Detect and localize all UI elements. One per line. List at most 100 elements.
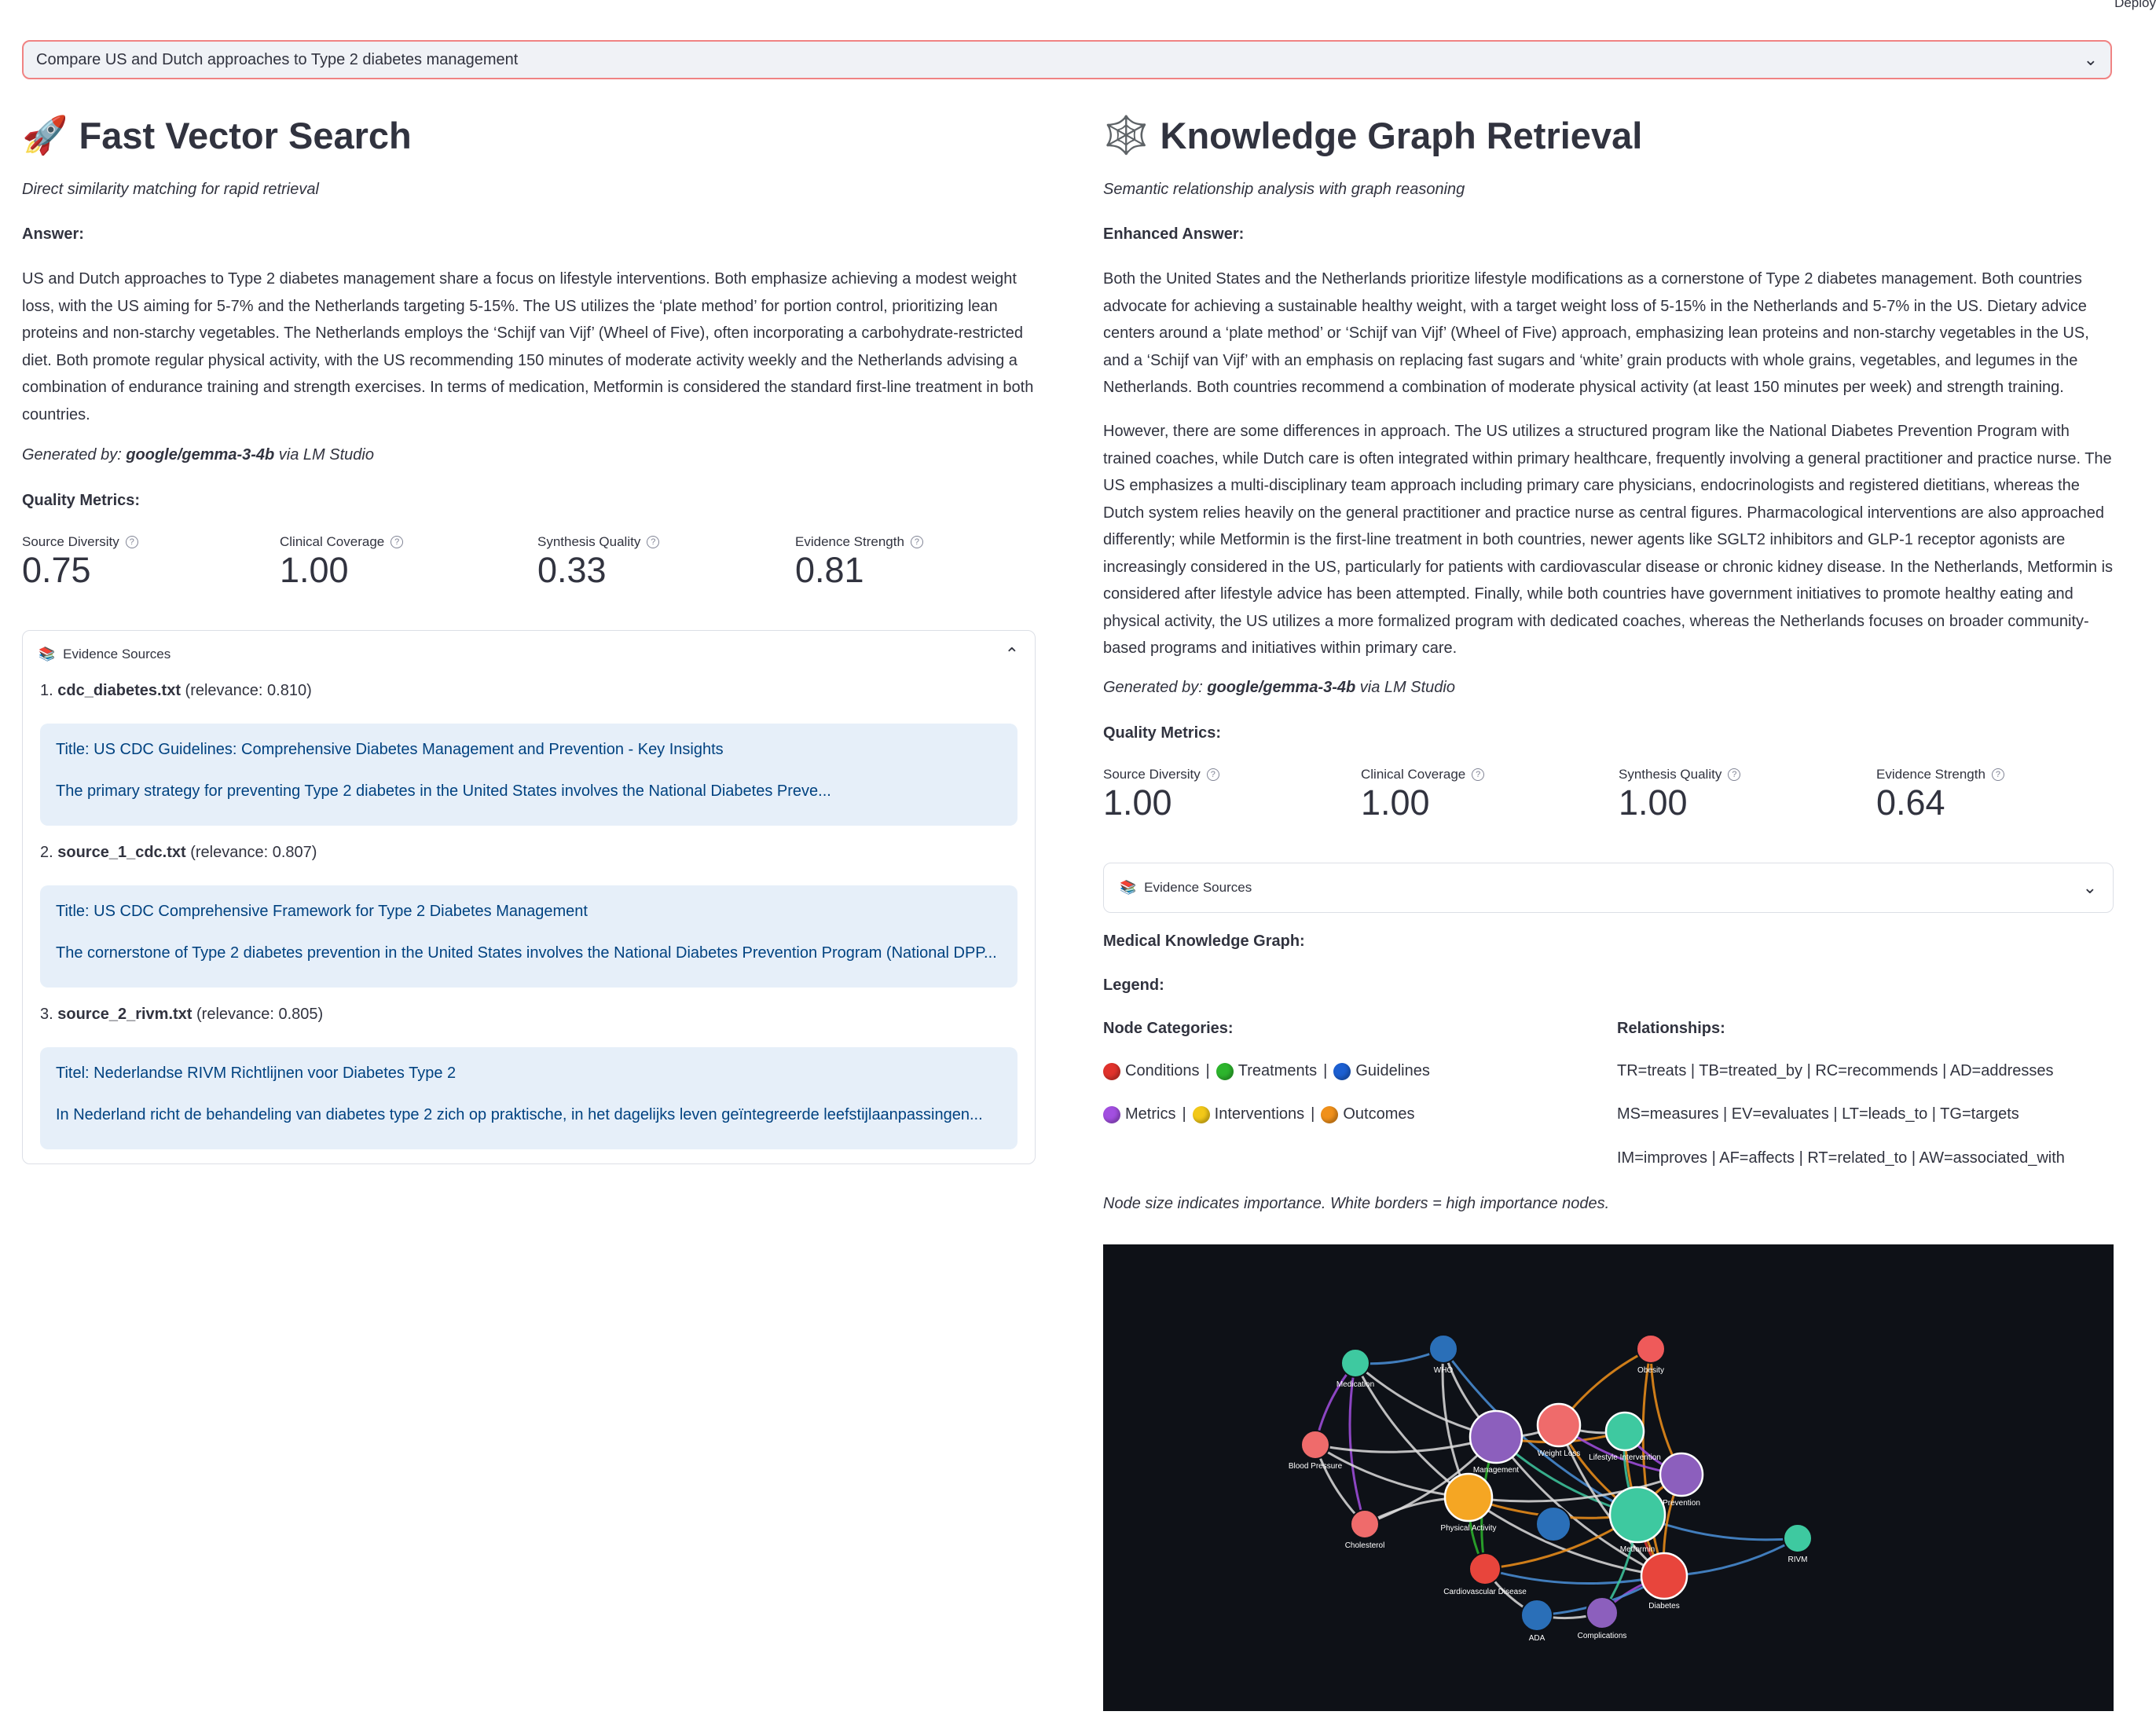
source-card-title: Title: US CDC Guidelines: Comprehensive … [56, 741, 724, 758]
graph-node-label: Lifestyle Intervention [1589, 1453, 1661, 1462]
source-relevance: (relevance: 0.805) [192, 1006, 324, 1023]
legend-item: Outcomes [1343, 1105, 1415, 1123]
metric-label: Evidence Strength [795, 534, 904, 549]
source-card: Title: US CDC Comprehensive Framework fo… [40, 885, 1018, 988]
kg-metric-source-diversity: Source Diversity? 1.00 [1103, 767, 1219, 823]
source-number: 3. [40, 1006, 58, 1023]
kg-quality-metrics-label: Quality Metrics: [1103, 724, 1222, 742]
metric-evidence-strength: Evidence Strength? 0.81 [795, 534, 923, 591]
graph-node-label: Weight Loss [1538, 1449, 1581, 1458]
generated-suffix: via LM Studio [274, 446, 374, 464]
graph-node-label: Blood Pressure [1289, 1462, 1343, 1471]
answer-label: Answer: [22, 225, 84, 243]
source-file: cdc_diabetes.txt [57, 682, 181, 699]
graph-node-label: WHO [1434, 1366, 1454, 1375]
chevron-up-icon: ⌃ [1004, 644, 1019, 664]
legend-item: Guidelines [1355, 1062, 1430, 1079]
generated-prefix: Generated by: [1103, 679, 1208, 696]
evidence-sources-header[interactable]: 📚 Evidence Sources ⌃ [23, 631, 1035, 678]
knowledge-graph-title: Knowledge Graph Retrieval [1160, 114, 1643, 156]
vector-answer-text: US and Dutch approaches to Type 2 diabet… [22, 270, 1034, 423]
help-icon[interactable]: ? [1728, 768, 1741, 781]
enhanced-answer-label: Enhanced Answer: [1103, 225, 1245, 243]
generated-suffix: via LM Studio [1355, 679, 1455, 696]
help-icon[interactable]: ? [1472, 768, 1485, 781]
metric-label: Source Diversity [1103, 767, 1201, 782]
metric-value: 0.81 [795, 550, 864, 590]
divider: | [1182, 1105, 1186, 1123]
metric-value: 1.00 [1619, 782, 1688, 823]
blue-circle-icon [1333, 1062, 1351, 1080]
divider: | [1323, 1062, 1328, 1079]
source-card-snippet: In Nederland richt de behandeling van di… [56, 1106, 983, 1123]
orange-circle-icon [1321, 1105, 1339, 1123]
purple-circle-icon [1103, 1105, 1120, 1123]
graph-node[interactable] [1340, 1348, 1370, 1378]
graph-node[interactable] [1636, 1334, 1666, 1364]
graph-node-label: Physical Activity [1440, 1524, 1496, 1533]
query-select[interactable]: Compare US and Dutch approaches to Type … [22, 40, 2112, 79]
divider: | [1311, 1105, 1315, 1123]
graph-node[interactable] [1783, 1523, 1813, 1553]
graph-node-label: Cardiovascular Disease [1443, 1588, 1527, 1596]
help-icon[interactable]: ? [390, 536, 404, 548]
graph-node[interactable] [1640, 1552, 1688, 1600]
red-circle-icon [1103, 1062, 1120, 1080]
metric-value: 0.64 [1876, 782, 1945, 823]
graph-node[interactable] [1300, 1430, 1330, 1460]
graph-node[interactable] [1536, 1402, 1582, 1448]
knowledge-graph-canvas[interactable]: Medication WHO Obesity Blood Pressure Manage… [1103, 1244, 2114, 1711]
graph-note: Node size indicates importance. White bo… [1103, 1195, 1610, 1212]
spider-web-icon: 🕸️ [1103, 114, 1150, 156]
help-icon[interactable]: ? [1991, 768, 2004, 781]
kg-metric-synthesis-quality: Synthesis Quality? 1.00 [1619, 767, 1741, 823]
help-icon[interactable]: ? [647, 536, 660, 548]
graph-node-label: Complications [1578, 1632, 1627, 1640]
help-icon[interactable]: ? [910, 536, 923, 548]
generated-model: google/gemma-3-4b [1207, 679, 1356, 696]
source-card: Title: US CDC Guidelines: Comprehensive … [40, 724, 1018, 826]
graph-node[interactable] [1350, 1509, 1380, 1539]
graph-node[interactable] [1520, 1599, 1553, 1632]
graph-node[interactable] [1586, 1596, 1619, 1629]
knowledge-graph-svg[interactable]: Medication WHO Obesity Blood Pressure Manage… [1103, 1244, 2114, 1711]
metric-value: 0.33 [537, 550, 607, 590]
graph-node-label: Prevention [1663, 1499, 1700, 1508]
source-card-title: Title: US CDC Comprehensive Framework fo… [56, 903, 588, 920]
vector-generated-by: Generated by: google/gemma-3-4b via LM S… [22, 446, 374, 464]
graph-node[interactable] [1443, 1472, 1494, 1523]
graph-node-label: Management [1473, 1466, 1520, 1475]
books-icon: 📚 [1120, 880, 1137, 895]
graph-node[interactable] [1428, 1334, 1458, 1364]
graph-node[interactable] [1659, 1452, 1704, 1497]
help-icon[interactable]: ? [1206, 768, 1219, 781]
legend-label: Legend: [1103, 977, 1164, 994]
source-card-title: Titel: Nederlandse RIVM Richtlijnen voor… [56, 1065, 456, 1082]
evidence-sources-expander: 📚 Evidence Sources ⌃ 1. cdc_diabetes.txt… [22, 630, 1036, 1164]
graph-node-label: Metformin [1620, 1545, 1655, 1554]
graph-node[interactable] [1604, 1411, 1645, 1452]
source-heading: 3. source_2_rivm.txt (relevance: 0.805) [40, 1006, 323, 1024]
kg-metric-evidence-strength: Evidence Strength? 0.64 [1876, 767, 2004, 823]
enhanced-answer-p2: However, there are some differences in a… [1103, 423, 2114, 657]
deploy-button[interactable]: Deploy [2114, 0, 2156, 11]
kg-evidence-sources-header[interactable]: 📚 Evidence Sources ⌄ [1104, 863, 2113, 912]
metric-value: 1.00 [1103, 782, 1172, 823]
query-selected-value: Compare US and Dutch approaches to Type … [36, 50, 519, 68]
graph-node[interactable] [1468, 1409, 1524, 1464]
relationships-row-3: IM=improves | AF=affects | RT=related_to… [1617, 1149, 2065, 1167]
kg-evidence-sources-expander[interactable]: 📚 Evidence Sources ⌄ [1103, 863, 2114, 913]
legend-item: Interventions [1214, 1105, 1305, 1123]
graph-node[interactable] [1468, 1552, 1502, 1585]
medical-knowledge-graph-label: Medical Knowledge Graph: [1103, 933, 1305, 950]
metric-value: 0.75 [22, 550, 91, 590]
legend-item: Conditions [1125, 1062, 1200, 1079]
generated-prefix: Generated by: [22, 446, 126, 464]
vector-search-heading: 🚀 Fast Vector Search [22, 113, 412, 157]
help-icon[interactable]: ? [125, 536, 138, 548]
metric-label: Synthesis Quality [537, 534, 641, 549]
graph-node[interactable] [1535, 1506, 1571, 1542]
source-card: Titel: Nederlandse RIVM Richtlijnen voor… [40, 1047, 1018, 1149]
source-relevance: (relevance: 0.807) [185, 844, 317, 861]
graph-node[interactable] [1608, 1486, 1666, 1544]
